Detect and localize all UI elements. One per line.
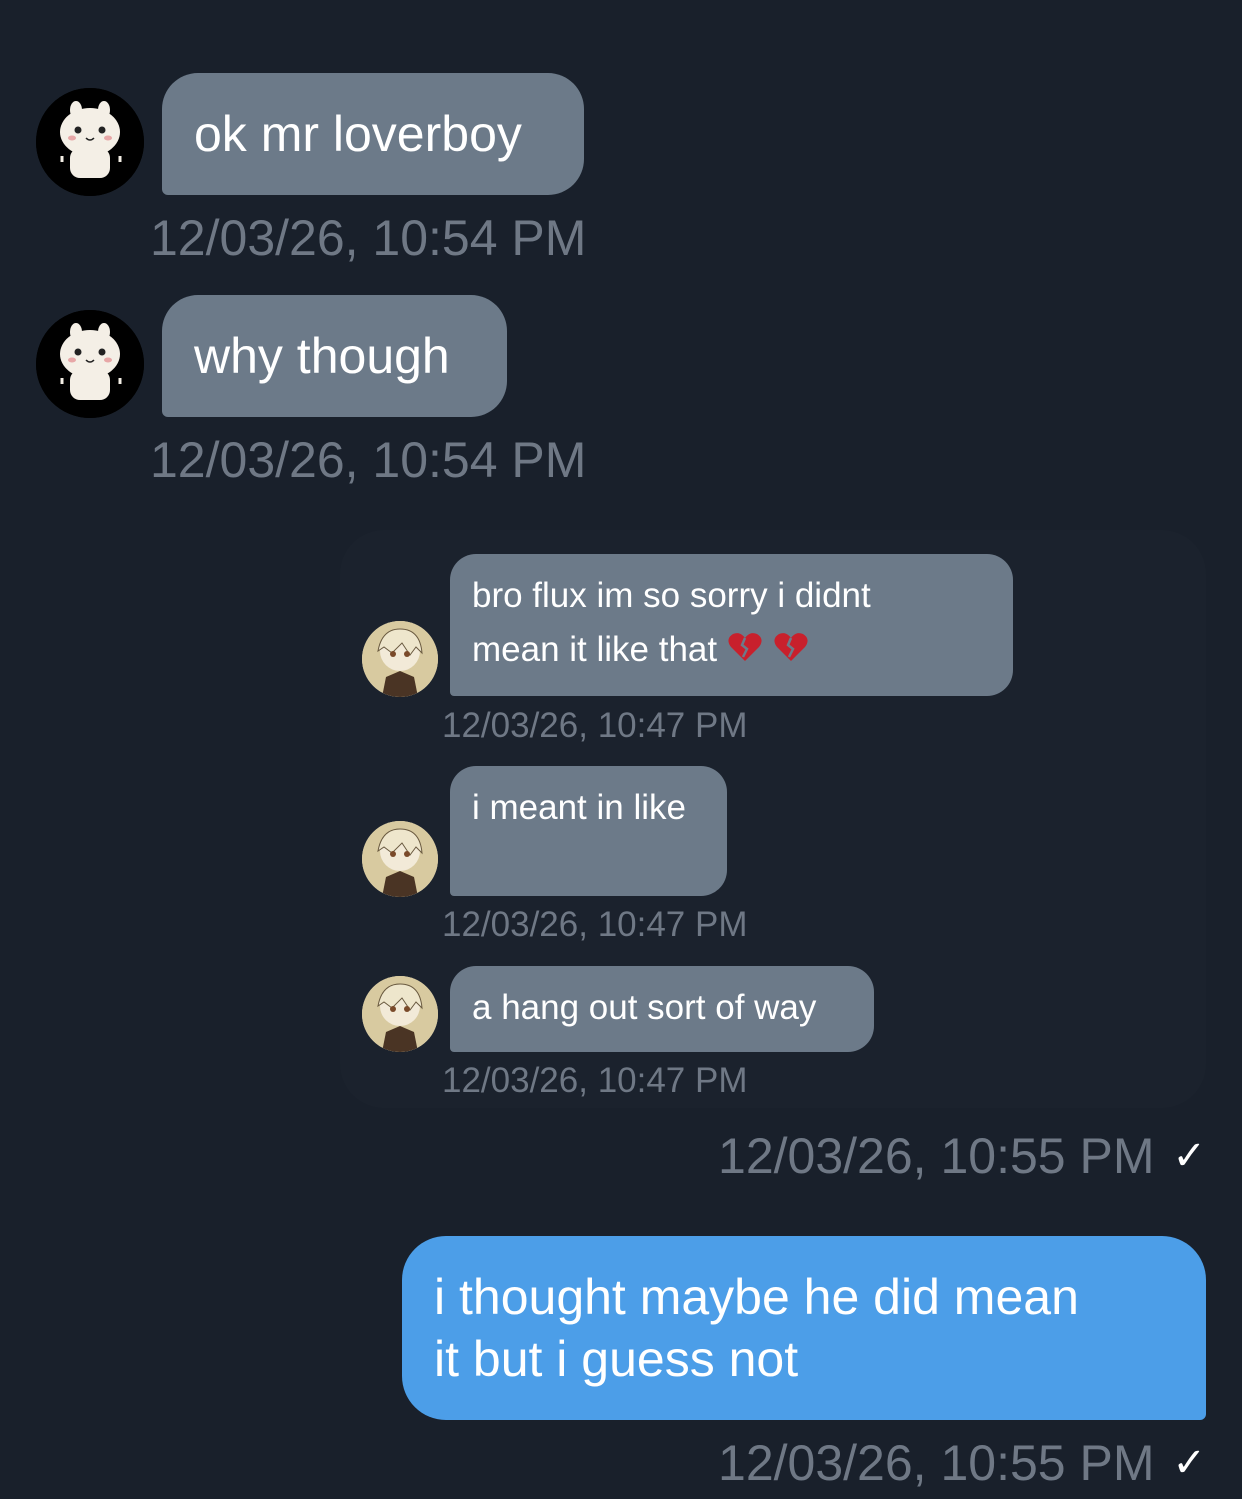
quoted-message-timestamp: 12/03/26, 10:47 PM: [442, 706, 748, 745]
quoted-message-timestamp: 12/03/26, 10:47 PM: [442, 1061, 748, 1100]
anime-avatar-icon: [362, 821, 438, 897]
bunny-avatar-icon: [36, 310, 144, 418]
anime-avatar-icon: [362, 621, 438, 697]
message-text-line: bro flux im so sorry i didnt: [472, 576, 871, 615]
quoted-message-bubble: i meant in like: [450, 766, 727, 896]
message-timestamp: 12/03/26, 10:54 PM: [150, 210, 587, 266]
bunny-avatar-icon: [36, 88, 144, 196]
quoted-message-bubble: a hang out sort of way: [450, 966, 874, 1052]
message-text-line-2: mean it like that: [472, 623, 991, 679]
incoming-message-bubble[interactable]: ok mr loverboy: [162, 73, 584, 195]
broken-heart-icon: [727, 625, 763, 679]
sent-message-timestamp: 12/03/26, 10:55 PM ✓: [718, 1435, 1206, 1491]
message-text: i meant in like: [472, 788, 686, 827]
quoted-user-avatar: [362, 821, 438, 897]
contact-avatar[interactable]: [36, 88, 144, 196]
quoted-user-avatar: [362, 621, 438, 697]
anime-avatar-icon: [362, 976, 438, 1052]
outgoing-message-bubble[interactable]: i thought maybe he did mean it but i gue…: [402, 1236, 1206, 1420]
incoming-message-bubble[interactable]: why though: [162, 295, 507, 417]
message-text: a hang out sort of way: [472, 988, 817, 1027]
message-text-line: it but i guess not: [434, 1331, 799, 1387]
quoted-message-bubble: bro flux im so sorry i didnt mean it lik…: [450, 554, 1013, 696]
read-check-icon: ✓: [1172, 1134, 1206, 1178]
message-text: ok mr loverboy: [194, 106, 522, 162]
contact-avatar[interactable]: [36, 310, 144, 418]
message-timestamp: 12/03/26, 10:54 PM: [150, 432, 587, 488]
quoted-user-avatar: [362, 976, 438, 1052]
chat-screen: ok mr loverboy 12/03/26, 10:54 PM why th…: [0, 0, 1242, 1499]
message-text-line: i thought maybe he did mean: [434, 1269, 1079, 1325]
quoted-message-timestamp: 12/03/26, 10:47 PM: [442, 905, 748, 944]
sent-message-timestamp: 12/03/26, 10:55 PM ✓: [718, 1128, 1206, 1184]
read-check-icon: ✓: [1172, 1441, 1206, 1485]
broken-heart-icon: [773, 625, 809, 679]
message-text: why though: [194, 328, 450, 384]
